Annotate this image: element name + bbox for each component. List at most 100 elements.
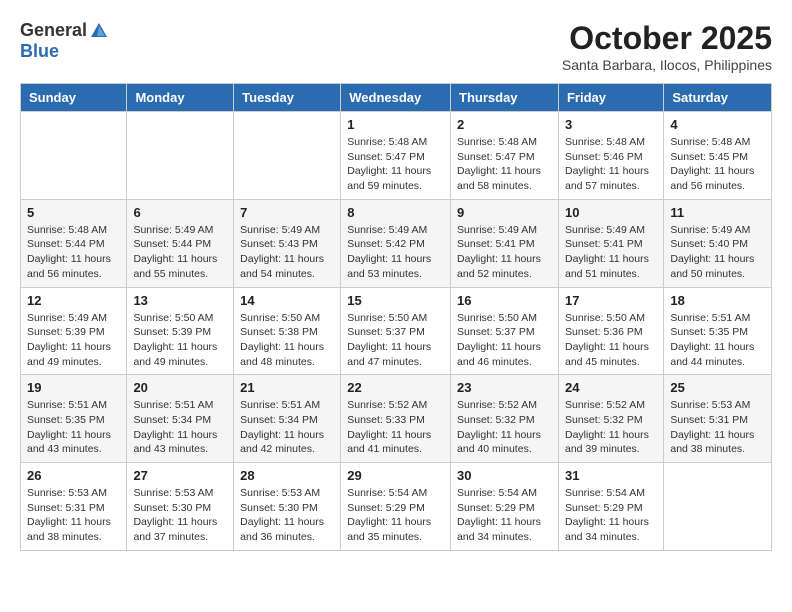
calendar-cell: 7 Sunrise: 5:49 AM Sunset: 5:43 PM Daylig… (234, 199, 341, 287)
header-friday: Friday (558, 84, 663, 112)
day-info: Sunrise: 5:50 AM Sunset: 5:37 PM Dayligh… (347, 311, 444, 370)
day-info: Sunrise: 5:51 AM Sunset: 5:34 PM Dayligh… (240, 398, 334, 457)
calendar-cell: 31 Sunrise: 5:54 AM Sunset: 5:29 PM Dayli… (558, 463, 663, 551)
calendar-cell: 30Sunrise: 5:54 AM Sunset: 5:29 PM Dayli… (451, 463, 559, 551)
day-info: Sunrise: 5:53 AM Sunset: 5:30 PM Dayligh… (133, 486, 227, 545)
calendar-cell: 14Sunrise: 5:50 AM Sunset: 5:38 PM Dayli… (234, 287, 341, 375)
calendar-cell: 13 Sunrise: 5:50 AM Sunset: 5:39 PM Dayli… (127, 287, 234, 375)
day-number: 25 (670, 380, 765, 395)
day-number: 12 (27, 293, 120, 308)
calendar-cell: 2Sunrise: 5:48 AM Sunset: 5:47 PM Daylig… (451, 112, 559, 200)
day-info: Sunrise: 5:53 AM Sunset: 5:31 PM Dayligh… (27, 486, 120, 545)
calendar-cell: 21Sunrise: 5:51 AM Sunset: 5:34 PM Dayli… (234, 375, 341, 463)
calendar-cell: 11 Sunrise: 5:49 AM Sunset: 5:40 PM Dayli… (664, 199, 772, 287)
day-number: 9 (457, 205, 552, 220)
calendar-cell: 26 Sunrise: 5:53 AM Sunset: 5:31 PM Dayli… (21, 463, 127, 551)
header-wednesday: Wednesday (341, 84, 451, 112)
day-info: Sunrise: 5:49 AM Sunset: 5:43 PM Dayligh… (240, 223, 334, 282)
day-info: Sunrise: 5:49 AM Sunset: 5:39 PM Dayligh… (27, 311, 120, 370)
calendar-table: Sunday Monday Tuesday Wednesday Thursday… (20, 83, 772, 551)
day-number: 26 (27, 468, 120, 483)
calendar-cell: 3Sunrise: 5:48 AM Sunset: 5:46 PM Daylig… (558, 112, 663, 200)
calendar-week-row: 26 Sunrise: 5:53 AM Sunset: 5:31 PM Dayli… (21, 463, 772, 551)
day-number: 23 (457, 380, 552, 395)
day-info: Sunrise: 5:53 AM Sunset: 5:31 PM Dayligh… (670, 398, 765, 457)
calendar-cell: 28Sunrise: 5:53 AM Sunset: 5:30 PM Dayli… (234, 463, 341, 551)
calendar-cell: 15 Sunrise: 5:50 AM Sunset: 5:37 PM Dayli… (341, 287, 451, 375)
day-number: 1 (347, 117, 444, 132)
calendar-cell: 25 Sunrise: 5:53 AM Sunset: 5:31 PM Dayli… (664, 375, 772, 463)
day-number: 16 (457, 293, 552, 308)
day-number: 15 (347, 293, 444, 308)
day-number: 17 (565, 293, 657, 308)
calendar-cell: 24 Sunrise: 5:52 AM Sunset: 5:32 PM Dayli… (558, 375, 663, 463)
day-info: Sunrise: 5:54 AM Sunset: 5:29 PM Dayligh… (565, 486, 657, 545)
calendar-cell (664, 463, 772, 551)
calendar-week-row: 5 Sunrise: 5:48 AM Sunset: 5:44 PM Daylig… (21, 199, 772, 287)
day-number: 30 (457, 468, 552, 483)
calendar-cell: 6 Sunrise: 5:49 AM Sunset: 5:44 PM Daylig… (127, 199, 234, 287)
calendar-cell: 5 Sunrise: 5:48 AM Sunset: 5:44 PM Daylig… (21, 199, 127, 287)
calendar-cell: 27 Sunrise: 5:53 AM Sunset: 5:30 PM Dayli… (127, 463, 234, 551)
day-number: 11 (670, 205, 765, 220)
day-number: 7 (240, 205, 334, 220)
location-text: Santa Barbara, Ilocos, Philippines (562, 57, 772, 73)
day-number: 5 (27, 205, 120, 220)
logo-icon (89, 21, 109, 41)
day-info: Sunrise: 5:51 AM Sunset: 5:35 PM Dayligh… (670, 311, 765, 370)
calendar-cell (127, 112, 234, 200)
calendar-cell: 8Sunrise: 5:49 AM Sunset: 5:42 PM Daylig… (341, 199, 451, 287)
logo: General Blue (20, 20, 109, 62)
day-info: Sunrise: 5:50 AM Sunset: 5:39 PM Dayligh… (133, 311, 227, 370)
calendar-cell: 23Sunrise: 5:52 AM Sunset: 5:32 PM Dayli… (451, 375, 559, 463)
calendar-week-row: 1 Sunrise: 5:48 AM Sunset: 5:47 PM Daylig… (21, 112, 772, 200)
day-info: Sunrise: 5:49 AM Sunset: 5:41 PM Dayligh… (565, 223, 657, 282)
calendar-cell: 18 Sunrise: 5:51 AM Sunset: 5:35 PM Dayli… (664, 287, 772, 375)
calendar-cell: 22Sunrise: 5:52 AM Sunset: 5:33 PM Dayli… (341, 375, 451, 463)
header-tuesday: Tuesday (234, 84, 341, 112)
calendar-cell: 17Sunrise: 5:50 AM Sunset: 5:36 PM Dayli… (558, 287, 663, 375)
day-info: Sunrise: 5:52 AM Sunset: 5:32 PM Dayligh… (565, 398, 657, 457)
day-info: Sunrise: 5:48 AM Sunset: 5:46 PM Dayligh… (565, 135, 657, 194)
day-info: Sunrise: 5:52 AM Sunset: 5:33 PM Dayligh… (347, 398, 444, 457)
calendar-cell: 19 Sunrise: 5:51 AM Sunset: 5:35 PM Dayli… (21, 375, 127, 463)
calendar-cell: 29Sunrise: 5:54 AM Sunset: 5:29 PM Dayli… (341, 463, 451, 551)
day-info: Sunrise: 5:49 AM Sunset: 5:44 PM Dayligh… (133, 223, 227, 282)
day-info: Sunrise: 5:48 AM Sunset: 5:45 PM Dayligh… (670, 135, 765, 194)
day-number: 10 (565, 205, 657, 220)
day-info: Sunrise: 5:51 AM Sunset: 5:35 PM Dayligh… (27, 398, 120, 457)
day-number: 27 (133, 468, 227, 483)
day-number: 20 (133, 380, 227, 395)
page-header: General Blue October 2025 Santa Barbara,… (20, 20, 772, 73)
calendar-cell (21, 112, 127, 200)
day-info: Sunrise: 5:51 AM Sunset: 5:34 PM Dayligh… (133, 398, 227, 457)
calendar-week-row: 12 Sunrise: 5:49 AM Sunset: 5:39 PM Dayli… (21, 287, 772, 375)
day-number: 29 (347, 468, 444, 483)
calendar-cell: 20 Sunrise: 5:51 AM Sunset: 5:34 PM Dayli… (127, 375, 234, 463)
calendar-cell: 4 Sunrise: 5:48 AM Sunset: 5:45 PM Daylig… (664, 112, 772, 200)
day-number: 6 (133, 205, 227, 220)
day-number: 8 (347, 205, 444, 220)
day-info: Sunrise: 5:48 AM Sunset: 5:47 PM Dayligh… (457, 135, 552, 194)
header-saturday: Saturday (664, 84, 772, 112)
day-number: 18 (670, 293, 765, 308)
calendar-cell: 1Sunrise: 5:48 AM Sunset: 5:47 PM Daylig… (341, 112, 451, 200)
logo-blue-text: Blue (20, 41, 59, 62)
day-number: 14 (240, 293, 334, 308)
calendar-week-row: 19 Sunrise: 5:51 AM Sunset: 5:35 PM Dayli… (21, 375, 772, 463)
day-info: Sunrise: 5:49 AM Sunset: 5:40 PM Dayligh… (670, 223, 765, 282)
day-info: Sunrise: 5:49 AM Sunset: 5:41 PM Dayligh… (457, 223, 552, 282)
day-info: Sunrise: 5:48 AM Sunset: 5:44 PM Dayligh… (27, 223, 120, 282)
day-number: 31 (565, 468, 657, 483)
day-number: 19 (27, 380, 120, 395)
title-section: October 2025 Santa Barbara, Ilocos, Phil… (562, 20, 772, 73)
header-thursday: Thursday (451, 84, 559, 112)
day-number: 24 (565, 380, 657, 395)
calendar-cell: 9 Sunrise: 5:49 AM Sunset: 5:41 PM Daylig… (451, 199, 559, 287)
day-number: 4 (670, 117, 765, 132)
header-monday: Monday (127, 84, 234, 112)
header-sunday: Sunday (21, 84, 127, 112)
day-number: 13 (133, 293, 227, 308)
calendar-cell (234, 112, 341, 200)
calendar-cell: 16Sunrise: 5:50 AM Sunset: 5:37 PM Dayli… (451, 287, 559, 375)
